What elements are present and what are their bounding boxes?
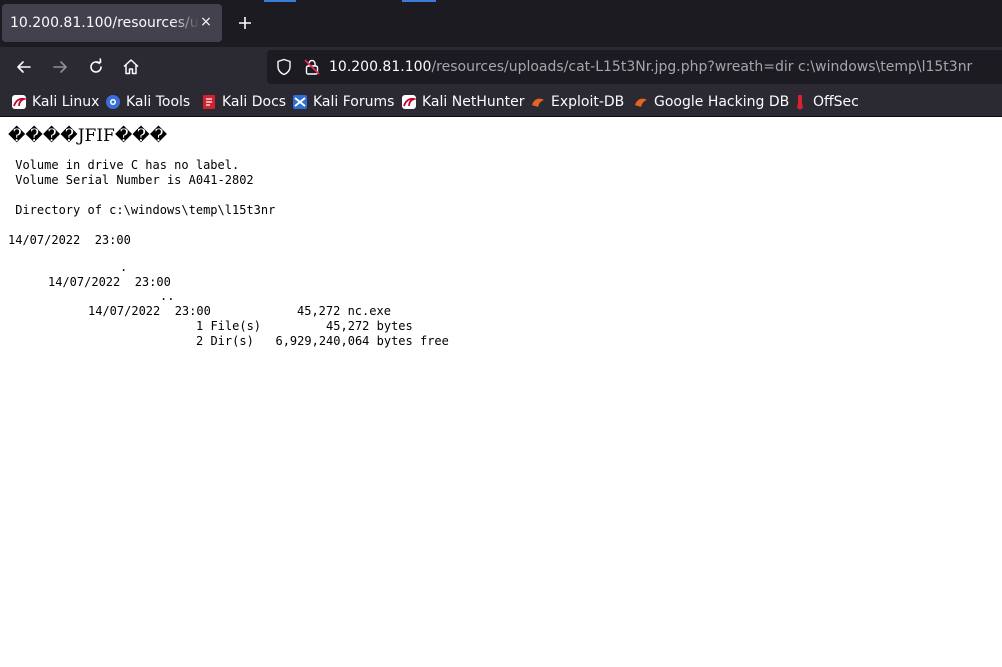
close-icon[interactable]: × [196,12,216,32]
address-bar[interactable]: 10.200.81.100/resources/uploads/cat-L15t… [267,50,1002,84]
bookmark-label: Kali Forums [313,93,395,110]
bookmark-kali-forums[interactable]: Kali Forums [292,87,394,116]
kali-tools-icon [105,94,121,110]
kali-docs-icon [201,94,217,110]
exploit-db-icon [530,94,546,110]
back-button[interactable] [11,54,37,80]
dir-entry-file: 45,272 nc.exe [297,304,391,318]
dir-entry-date: 14/07/2022 23:00 [88,304,211,318]
dirs-summary-line: 2 Dir(s) 6,929,240,064 bytes free [196,334,449,348]
dir-entry-name: . [120,260,128,274]
page-content: ����JFIF��� Volume in drive C has no lab… [0,118,1002,667]
new-tab-button[interactable] [232,10,258,36]
url-text[interactable]: 10.200.81.100/resources/uploads/cat-L15t… [329,50,972,84]
home-icon [123,59,139,75]
url-host: 10.200.81.100 [329,59,432,75]
reload-button[interactable] [83,54,109,80]
files-summary-line: 1 File(s) 45,272 bytes [196,319,413,333]
bookmarks-toolbar: Kali Linux Kali Tools Kali Docs Kali For… [0,87,1002,117]
dir-entry-date: 14/07/2022 23:00 [8,233,131,247]
bookmark-label: Exploit-DB [551,93,625,110]
offsec-icon [792,94,808,110]
back-arrow-icon [17,61,31,73]
bookmark-label: Kali Linux [32,93,100,110]
insecure-lock-icon[interactable] [303,58,321,76]
dir-entry-date: 14/07/2022 23:00 [48,275,171,289]
navigation-toolbar: 10.200.81.100/resources/uploads/cat-L15t… [0,47,1002,87]
url-path: /resources/uploads/cat-L15t3Nr.jpg.php?w… [431,59,973,75]
forward-button[interactable] [47,54,73,80]
bookmark-label: Kali NetHunter [422,93,525,110]
tab-strip-accent [402,0,436,2]
bookmark-google-hacking-db[interactable]: Google Hacking DB [633,87,789,116]
google-hacking-db-icon [633,94,649,110]
bookmark-label: Kali Docs [222,93,287,110]
bookmark-label: Google Hacking DB [654,93,790,110]
tracking-protection-shield-icon[interactable] [275,58,293,76]
kali-forums-icon [292,94,308,110]
browser-window: 10.200.81.100/resources/uploads/cat-L15t… [0,0,1002,667]
garbled-jfif-header: ����JFIF��� [8,126,168,146]
plus-icon [239,17,251,29]
bookmark-label: OffSec [813,93,859,110]
kali-dragon-icon [11,94,27,110]
bookmark-kali-nethunter[interactable]: Kali NetHunter [401,87,524,116]
bookmark-label: Kali Tools [126,93,191,110]
bookmark-kali-tools[interactable]: Kali Tools [105,87,190,116]
bookmark-exploit-db[interactable]: Exploit-DB [530,87,624,116]
bookmark-offsec[interactable]: OffSec [792,87,859,116]
home-button[interactable] [118,54,144,80]
kali-nethunter-icon [401,94,417,110]
tab-strip: 10.200.81.100/resources/uploads/cat-L15t… [0,0,1002,47]
bookmark-kali-docs[interactable]: Kali Docs [201,87,286,116]
dir-entry-name: .. [160,289,175,303]
tab-strip-accent [264,0,296,2]
tab-title: 10.200.81.100/resources/uploads/cat-L15t… [10,15,200,31]
forward-arrow-icon [53,61,67,73]
bookmark-kali-linux[interactable]: Kali Linux [11,87,99,116]
volume-serial-line: Volume Serial Number is A041-2802 [8,173,254,187]
reload-icon [90,58,102,73]
volume-label-line: Volume in drive C has no label. [8,158,240,172]
tab-active[interactable]: 10.200.81.100/resources/uploads/cat-L15t… [2,4,222,42]
directory-of-line: Directory of c:\windows\temp\l15t3nr [8,203,276,217]
